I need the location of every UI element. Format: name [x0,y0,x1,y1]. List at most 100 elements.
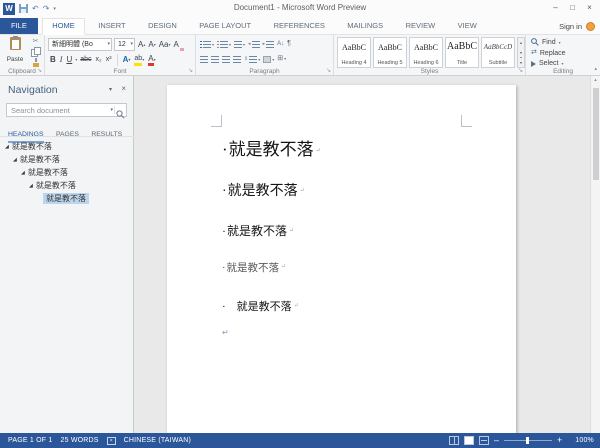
tab-file[interactable]: FILE [0,18,38,34]
shading-button[interactable]: ▾ [263,56,274,63]
line-spacing-button[interactable]: ⇕▾ [244,56,260,63]
print-layout-icon[interactable] [464,436,474,445]
document-heading-5[interactable]: ·就是教不落↵ [222,301,299,314]
justify-button[interactable] [233,56,241,63]
style-subtitle[interactable]: AaBbCcD Subtitle [481,37,515,68]
underline-dropdown-icon[interactable]: ▾ [75,57,77,62]
strikethrough-button[interactable]: abc [79,54,92,66]
gallery-more-icon[interactable]: ▾ [520,57,522,67]
font-dialog-launcher-icon[interactable]: ↘ [188,68,193,74]
collapse-triangle-icon[interactable]: ◢ [29,183,33,189]
nav-heading-level-3[interactable]: ◢就是教不落 [0,166,133,179]
page-count[interactable]: PAGE 1 OF 1 [8,437,52,444]
paste-button[interactable]: Paste [2,37,28,63]
subscript-button[interactable]: x₂ [95,54,103,66]
format-painter-icon[interactable] [32,58,40,67]
language-indicator[interactable]: CHINESE (TAIWAN) [124,437,191,444]
bold-button[interactable]: B [49,54,57,66]
highlight-color-button[interactable]: ab▾ [133,54,145,66]
tab-view[interactable]: VIEW [449,18,486,34]
text-effects-button[interactable]: A▾ [122,54,132,66]
gallery-scroll-up-icon[interactable]: ▴ [520,38,522,47]
underline-button[interactable]: U [65,54,73,66]
multilevel-list-button[interactable]: ▾ [234,41,245,48]
shrink-font-button[interactable]: A▾ [147,39,156,51]
zoom-slider-thumb[interactable] [526,437,529,444]
web-layout-icon[interactable] [479,436,489,445]
align-left-button[interactable] [200,56,208,63]
bullets-button[interactable]: ▾ [200,41,214,48]
document-heading-2[interactable]: ·就是教不落↵ [222,184,305,200]
style-heading-6[interactable]: AaBbC Heading 6 [409,37,443,68]
copy-icon[interactable] [31,47,40,56]
clipboard-dialog-launcher-icon[interactable]: ↘ [37,68,42,74]
replace-button[interactable]: ⇄ Replace [531,49,566,57]
document-page[interactable]: ·就是教不落↵ ·就是教不落↵ ·就是教不落↵ ·就是教不落↵ ·就是教不落↵ … [167,85,516,433]
style-heading-4[interactable]: AaBbC Heading 4 [337,37,371,68]
zoom-slider[interactable] [504,440,552,441]
collapse-ribbon-icon[interactable]: ▴ [594,66,597,72]
decrease-indent-button[interactable]: ◂ [248,41,260,48]
undo-icon[interactable]: ↶ [32,3,39,15]
style-title[interactable]: AaBbC Title [445,37,479,68]
tab-references[interactable]: REFERENCES [265,18,334,34]
vertical-scrollbar[interactable]: ▲ [590,76,600,433]
document-heading-1[interactable]: ·就是教不落↵ [222,140,321,160]
read-mode-icon[interactable] [449,436,459,445]
zoom-level[interactable]: 100% [575,437,594,444]
chevron-down-icon[interactable]: ▾ [107,39,110,50]
navigation-options-icon[interactable]: ▾ [109,86,112,93]
search-icon[interactable] [116,106,125,124]
tab-design[interactable]: DESIGN [139,18,186,34]
paragraph-dialog-launcher-icon[interactable]: ↘ [326,68,331,74]
nav-heading-level-1[interactable]: ◢就是教不落 [0,140,133,153]
font-size-combobox[interactable]: 12 ▾ [114,38,135,51]
align-right-button[interactable] [222,56,230,63]
nav-heading-level-5-selected[interactable]: 就是教不落 [0,192,133,205]
italic-button[interactable]: I [59,54,64,66]
grow-font-button[interactable]: A▴ [137,39,146,51]
borders-button[interactable]: ⊞▾ [277,54,286,64]
change-case-button[interactable]: Aa▾ [158,39,172,51]
document-heading-4[interactable]: ·就是教不落↵ [222,263,286,275]
save-icon[interactable] [19,4,28,13]
select-button[interactable]: Select ▾ [531,60,563,67]
style-heading-5[interactable]: AaBbC Heading 5 [373,37,407,68]
nav-heading-level-2[interactable]: ◢就是教不落 [0,153,133,166]
zoom-out-button[interactable]: – [494,436,499,445]
collapse-triangle-icon[interactable]: ◢ [5,144,9,150]
zoom-in-button[interactable]: + [557,436,562,445]
search-options-icon[interactable]: ▾ [110,104,113,116]
document-heading-3[interactable]: ·就是教不落↵ [222,225,294,239]
tab-home[interactable]: HOME [42,18,85,35]
collapse-triangle-icon[interactable]: ◢ [21,170,25,176]
sign-in[interactable]: Sign in [559,18,595,35]
navigation-close-icon[interactable]: × [121,84,126,93]
increase-indent-button[interactable]: ▸ [263,41,275,48]
find-button[interactable]: Find ▾ [531,38,561,46]
tab-review[interactable]: REVIEW [397,18,445,34]
customize-qat-icon[interactable]: ▾ [53,6,56,12]
font-name-combobox[interactable]: 新細明體 (Bo ▾ [48,38,112,51]
scroll-up-icon[interactable]: ▲ [591,77,600,82]
collapse-triangle-icon[interactable]: ◢ [13,157,17,163]
word-count[interactable]: 25 WORDS [60,437,98,444]
styles-dialog-launcher-icon[interactable]: ↘ [518,68,523,74]
maximize-button[interactable]: □ [564,1,581,15]
align-center-button[interactable] [211,56,219,63]
numbering-button[interactable]: ▾ [217,41,231,48]
scrollbar-thumb[interactable] [593,88,599,180]
nav-heading-level-4[interactable]: ◢就是教不落 [0,179,133,192]
font-color-button[interactable]: A▾ [147,54,156,66]
minimize-button[interactable]: – [547,1,564,15]
superscript-button[interactable]: x² [105,54,113,66]
redo-icon[interactable]: ↷ [43,3,50,15]
show-formatting-marks-button[interactable]: ¶ [287,39,291,49]
close-button[interactable]: × [581,1,598,15]
tab-page-layout[interactable]: PAGE LAYOUT [190,18,260,34]
search-input[interactable] [7,104,103,116]
clear-formatting-button[interactable]: A [173,39,185,51]
sort-button[interactable]: A↓ [277,41,284,47]
proofing-status-icon[interactable]: × [107,437,116,445]
chevron-down-icon[interactable]: ▾ [130,39,133,50]
